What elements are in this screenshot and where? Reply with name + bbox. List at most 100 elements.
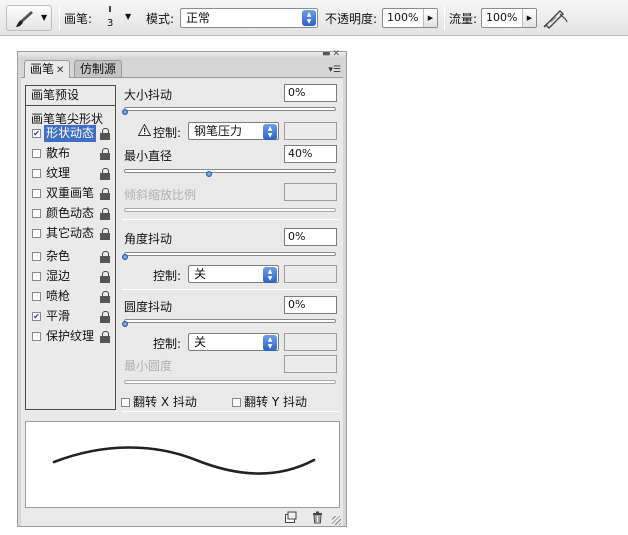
- size-control-select[interactable]: 钢笔压力 ▲ ▼: [188, 122, 279, 140]
- mode-select[interactable]: 正常 ▲ ▼: [180, 8, 318, 28]
- opacity-field[interactable]: 100% ▶: [382, 8, 438, 28]
- checkbox[interactable]: [32, 149, 41, 158]
- lock-icon[interactable]: [100, 208, 110, 220]
- divider: [122, 411, 339, 412]
- lock-icon[interactable]: [100, 291, 110, 303]
- tab-clone-source[interactable]: 仿制源: [74, 60, 123, 77]
- select-arrows-icon: ▲ ▼: [302, 10, 316, 26]
- checkbox[interactable]: [32, 292, 41, 301]
- checkbox[interactable]: [32, 229, 41, 238]
- airbrush-button[interactable]: [540, 5, 572, 31]
- close-icon[interactable]: ✕: [332, 49, 342, 59]
- brush-setting-item[interactable]: ✔ 形状动态: [26, 125, 115, 143]
- control-label: 控制:: [153, 126, 182, 140]
- warning-icon: [138, 124, 151, 136]
- roundness-jitter-slider[interactable]: [122, 319, 336, 327]
- checkbox[interactable]: [32, 272, 41, 281]
- angle-jitter-label: 角度抖动: [124, 232, 173, 246]
- checkbox[interactable]: [32, 189, 41, 198]
- min-diameter-field[interactable]: 40%: [284, 145, 337, 163]
- angle-control-select[interactable]: 关 ▲ ▼: [188, 265, 279, 283]
- brush-label: 画笔:: [64, 12, 93, 26]
- checkbox[interactable]: ✔: [32, 312, 41, 321]
- checkbox[interactable]: [32, 169, 41, 178]
- select-arrows-icon: ▲ ▼: [263, 267, 277, 283]
- roundness-control-select[interactable]: 关 ▲ ▼: [188, 333, 279, 351]
- mode-label: 模式:: [146, 12, 175, 26]
- separator: [59, 6, 60, 30]
- brush-setting-item[interactable]: ✔ 平滑: [26, 308, 115, 326]
- checkbox[interactable]: [32, 332, 41, 341]
- roundness-jitter-field[interactable]: 0%: [284, 296, 337, 314]
- tilt-scale-field: [284, 183, 337, 201]
- brush-tool-icon: [16, 11, 33, 27]
- opacity-slider-toggle-icon[interactable]: ▶: [423, 9, 437, 27]
- size-jitter-field[interactable]: 0%: [284, 84, 337, 102]
- flow-value: 100%: [486, 11, 518, 24]
- lock-icon[interactable]: [100, 128, 110, 140]
- flow-field[interactable]: 100% ▶: [481, 8, 537, 28]
- checkbox[interactable]: [32, 209, 41, 218]
- flip-x-jitter-checkbox[interactable]: 翻转 X 抖动: [121, 393, 197, 410]
- divider: [122, 219, 339, 220]
- lock-icon[interactable]: [100, 251, 110, 263]
- brush-setting-label: 散布: [46, 146, 71, 160]
- brush-setting-item[interactable]: 散布: [26, 145, 115, 163]
- brush-setting-label: 其它动态: [46, 226, 95, 240]
- angle-jitter-field[interactable]: 0%: [284, 228, 337, 246]
- new-preset-icon[interactable]: [284, 511, 297, 524]
- size-jitter-slider[interactable]: [122, 107, 336, 115]
- checkbox[interactable]: [232, 398, 241, 407]
- control-label: 控制:: [153, 337, 182, 351]
- flow-label: 流量:: [449, 12, 478, 26]
- panel-titlebar[interactable]: ▬✕: [18, 49, 346, 60]
- checkbox[interactable]: [121, 398, 130, 407]
- trash-icon[interactable]: [311, 511, 324, 524]
- checkbox[interactable]: ✔: [32, 129, 41, 138]
- brush-setting-item[interactable]: 保护纹理: [26, 328, 115, 346]
- min-diameter-slider[interactable]: [124, 169, 336, 177]
- flip-y-jitter-checkbox[interactable]: 翻转 Y 抖动: [232, 393, 307, 410]
- brush-setting-item[interactable]: 纹理: [26, 165, 115, 183]
- brush-setting-item[interactable]: 双重画笔: [26, 185, 115, 203]
- lock-icon[interactable]: [100, 228, 110, 240]
- lock-icon[interactable]: [100, 271, 110, 283]
- lock-icon[interactable]: [100, 188, 110, 200]
- opacity-label: 不透明度:: [325, 12, 378, 26]
- separator: [444, 6, 445, 30]
- roundness-control-fade-field: [284, 333, 337, 351]
- tool-preset-picker[interactable]: ▼: [6, 5, 52, 31]
- collapse-icon[interactable]: ▬: [322, 49, 333, 59]
- close-icon[interactable]: ✕: [56, 65, 64, 76]
- panel-menu-icon[interactable]: ▾☰: [328, 65, 341, 75]
- roundness-control-value: 关: [194, 335, 207, 349]
- lock-icon[interactable]: [100, 148, 110, 160]
- brushes-panel: ▬✕ 画笔 ✕ 仿制源 ▾☰ 画笔预设 画笔笔尖形状 ✔ 形状动态 散布 纹理 双重画笔颜…: [17, 49, 347, 527]
- flow-slider-toggle-icon[interactable]: ▶: [522, 9, 536, 27]
- lock-icon[interactable]: [100, 311, 110, 323]
- angle-control-fade-field: [284, 265, 337, 283]
- slider-thumb[interactable]: [122, 321, 128, 327]
- brush-setting-item[interactable]: 喷枪: [26, 288, 115, 306]
- brush-setting-item[interactable]: 杂色: [26, 248, 115, 266]
- brush-setting-item[interactable]: 颜色动态: [26, 205, 115, 223]
- tilt-scale-label: 倾斜缩放比例: [124, 188, 197, 202]
- chevron-down-icon: ▼: [125, 12, 132, 21]
- slider-thumb[interactable]: [206, 171, 212, 177]
- brush-setting-label: 喷枪: [46, 289, 71, 303]
- resize-grip[interactable]: [332, 516, 341, 525]
- tab-brushes-label: 画笔: [30, 62, 55, 76]
- brush-picker[interactable]: 3 ▼: [96, 3, 136, 33]
- slider-thumb[interactable]: [122, 254, 128, 260]
- brush-setting-item[interactable]: 其它动态: [26, 225, 115, 243]
- brush-setting-item[interactable]: 湿边: [26, 268, 115, 286]
- brush-presets-button[interactable]: 画笔预设: [26, 86, 115, 106]
- lock-icon[interactable]: [100, 168, 110, 180]
- checkbox[interactable]: [32, 252, 41, 261]
- tab-clone-source-label: 仿制源: [80, 62, 117, 76]
- tab-brushes[interactable]: 画笔 ✕: [24, 60, 71, 78]
- lock-icon[interactable]: [100, 331, 110, 343]
- slider-thumb[interactable]: [122, 109, 128, 115]
- panel-body: 画笔预设 画笔笔尖形状 ✔ 形状动态 散布 纹理 双重画笔 颜色动态 其它动态 杂色 湿边 喷枪 ✔…: [21, 77, 343, 526]
- angle-jitter-slider[interactable]: [122, 252, 336, 260]
